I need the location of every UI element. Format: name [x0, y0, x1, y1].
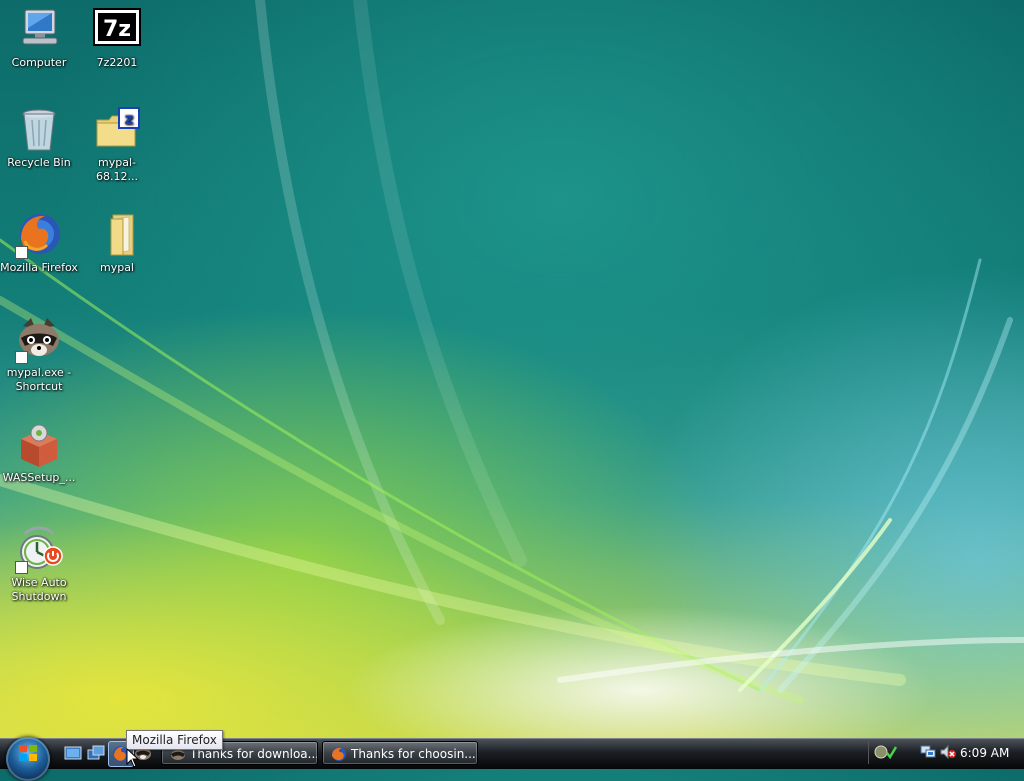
taskbar-button-firefox[interactable]: Thanks for choosin... — [322, 741, 478, 765]
tray-network[interactable] — [920, 744, 936, 760]
start-button[interactable] — [6, 737, 50, 781]
svg-text:z: z — [125, 110, 134, 128]
firefox-icon — [331, 746, 347, 762]
desktop-icon-label: Mozilla Firefox — [0, 261, 78, 274]
computer-icon — [15, 6, 63, 54]
show-desktop-icon — [64, 746, 82, 760]
desktop-icon-mypal-shortcut[interactable]: mypal.exe - Shortcut — [0, 316, 78, 394]
desktop-icon-label: mypal-68.12... — [96, 156, 138, 183]
zip-folder-icon: z — [93, 106, 141, 154]
desktop-icon-wassetup[interactable]: WASSetup_... — [0, 421, 78, 485]
desktop-icon-recycle-bin[interactable]: Recycle Bin — [0, 106, 78, 170]
svg-text:7z: 7z — [103, 17, 131, 42]
desktop-icon-mypal-zip[interactable]: z mypal-68.12... — [78, 106, 156, 184]
desktop-icon-7z2201[interactable]: 7z 7z2201 — [78, 6, 156, 70]
installer-box-icon — [15, 421, 63, 469]
quicklaunch-switch-windows[interactable] — [87, 744, 105, 762]
tray-update[interactable] — [874, 744, 898, 760]
tray-volume[interactable] — [940, 744, 956, 760]
switch-windows-icon — [87, 745, 105, 760]
desktop-icon-label: mypal.exe - Shortcut — [6, 366, 72, 393]
shortcut-arrow-icon — [15, 351, 28, 364]
windows-logo-icon — [19, 745, 37, 761]
firefox-icon — [15, 211, 63, 259]
taskbar-clock[interactable]: 6:09 AM — [960, 738, 1009, 768]
desktop-icon-wise-auto-shutdown[interactable]: Wise Auto Shutdown — [0, 526, 78, 604]
tray-separator — [868, 742, 869, 764]
taskbar-button-label: Thanks for choosin... — [351, 747, 476, 761]
mouse-cursor — [126, 748, 140, 768]
tooltip: Mozilla Firefox — [126, 730, 223, 750]
raccoon-icon — [15, 316, 63, 364]
desktop-icon-label: 7z2201 — [96, 56, 138, 69]
shortcut-arrow-icon — [15, 561, 28, 574]
desktop-icon-mozilla-firefox[interactable]: Mozilla Firefox — [0, 211, 78, 275]
desktop-icon-computer[interactable]: Computer — [0, 6, 78, 70]
desktop-icon-label: mypal — [99, 261, 134, 274]
recycle-bin-icon — [15, 106, 63, 154]
desktop-icon-mypal-folder[interactable]: mypal — [78, 211, 156, 275]
shortcut-arrow-icon — [15, 246, 28, 259]
alarm-clock-icon — [15, 526, 63, 574]
desktop-icon-label: WASSetup_... — [2, 471, 76, 484]
desktop-icon-label: Computer — [11, 56, 67, 69]
volume-muted-icon — [940, 744, 956, 760]
desktop-icon-label: Wise Auto Shutdown — [11, 576, 67, 603]
7zip-icon: 7z — [93, 6, 141, 54]
folder-icon — [93, 211, 141, 259]
network-icon — [920, 745, 936, 758]
update-icon — [874, 745, 898, 760]
desktop-icon-label: Recycle Bin — [7, 156, 71, 169]
quicklaunch-show-desktop[interactable] — [64, 744, 82, 762]
